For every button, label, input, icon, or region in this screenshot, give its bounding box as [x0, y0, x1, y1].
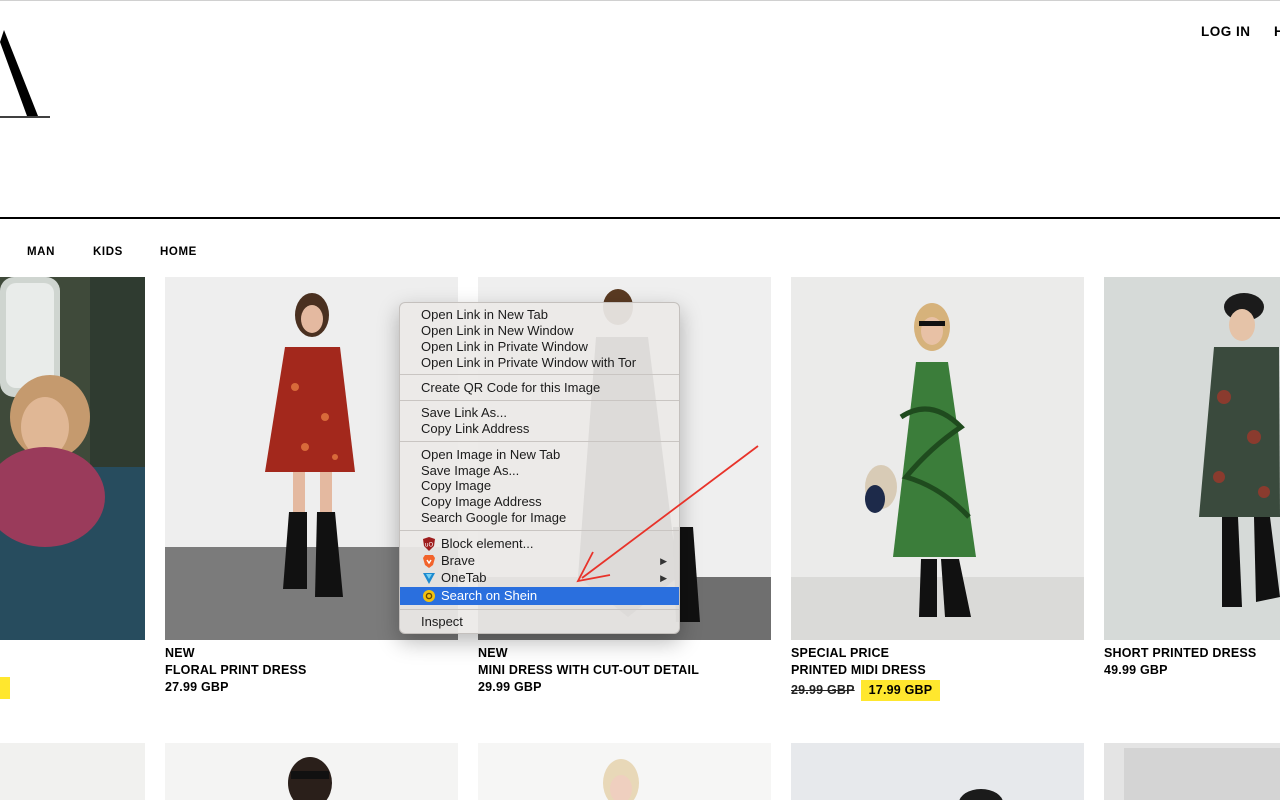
shein-icon: [423, 590, 435, 602]
product-image-row2-0[interactable]: [0, 743, 145, 800]
sale-badge-fragment: [0, 677, 10, 699]
menu-item-search-google-image[interactable]: Search Google for Image: [400, 510, 679, 526]
nav-item-kids[interactable]: KIDS: [93, 246, 123, 258]
top-border: [0, 0, 1280, 1]
menu-item-save-link[interactable]: Save Link As...: [400, 405, 679, 421]
menu-item-copy-image[interactable]: Copy Image: [400, 478, 679, 494]
product-image-row2-4[interactable]: [1104, 743, 1280, 800]
product-info-2[interactable]: NEW MINI DRESS WITH CUT-OUT DETAIL 29.99…: [478, 645, 699, 696]
product-image-row2-1[interactable]: [165, 743, 458, 800]
menu-item-inspect[interactable]: Inspect: [400, 614, 679, 630]
help-link[interactable]: H: [1274, 24, 1280, 39]
product-image-row2-2[interactable]: [478, 743, 771, 800]
product-info-1[interactable]: NEW FLORAL PRINT DRESS 27.99 GBP: [165, 645, 307, 696]
menu-item-copy-link[interactable]: Copy Link Address: [400, 421, 679, 437]
product-price: 29.99 GBP: [478, 680, 542, 694]
menu-item-save-image[interactable]: Save Image As...: [400, 463, 679, 479]
product-info-4[interactable]: SHORT PRINTED DRESS 49.99 GBP: [1104, 645, 1256, 679]
menu-separator: [400, 400, 679, 401]
submenu-arrow-icon: ▶: [660, 573, 667, 583]
product-image-3[interactable]: [791, 277, 1084, 640]
menu-item-block-element[interactable]: uO Block element...: [400, 536, 679, 552]
product-image-row2-3[interactable]: [791, 743, 1084, 800]
menu-item-open-link-tor[interactable]: Open Link in Private Window with Tor: [400, 355, 679, 371]
brave-icon: [423, 555, 435, 568]
brand-logo[interactable]: [0, 30, 60, 125]
product-tag: SPECIAL PRICE: [791, 646, 890, 660]
menu-separator: [400, 374, 679, 375]
menu-item-create-qr[interactable]: Create QR Code for this Image: [400, 380, 679, 396]
onetab-icon: [423, 573, 435, 584]
nav-item-home[interactable]: HOME: [160, 246, 197, 258]
menu-separator: [400, 530, 679, 531]
menu-item-onetab[interactable]: OneTab ▶: [400, 570, 679, 586]
product-price: 49.99 GBP: [1104, 663, 1168, 677]
nav-item-man[interactable]: MAN: [27, 246, 55, 258]
menu-item-open-image-new-tab[interactable]: Open Image in New Tab: [400, 447, 679, 463]
menu-item-copy-image-address[interactable]: Copy Image Address: [400, 494, 679, 510]
svg-text:uO: uO: [425, 542, 434, 549]
context-menu: Open Link in New Tab Open Link in New Wi…: [399, 302, 680, 634]
menu-item-search-on-shein[interactable]: Search on Shein: [400, 587, 679, 605]
menu-item-brave[interactable]: Brave ▶: [400, 553, 679, 569]
menu-separator: [400, 441, 679, 442]
product-image-0[interactable]: [0, 277, 145, 640]
menu-item-open-link-private-window[interactable]: Open Link in Private Window: [400, 339, 679, 355]
product-image-4[interactable]: [1104, 277, 1280, 640]
product-info-3[interactable]: SPECIAL PRICE PRINTED MIDI DRESS 29.99 G…: [791, 645, 941, 701]
submenu-arrow-icon: ▶: [660, 556, 667, 566]
product-name[interactable]: PRINTED MIDI DRESS: [791, 662, 940, 679]
product-sale-price: 17.99 GBP: [860, 680, 941, 701]
menu-separator: [400, 609, 679, 610]
login-link[interactable]: LOG IN: [1201, 24, 1251, 39]
ublock-icon: uO: [423, 537, 435, 551]
product-tag: NEW: [478, 646, 508, 660]
product-name[interactable]: SHORT PRINTED DRESS: [1104, 645, 1256, 662]
product-old-price: 29.99 GBP: [791, 683, 855, 697]
product-price: 27.99 GBP: [165, 680, 229, 694]
product-name[interactable]: MINI DRESS WITH CUT-OUT DETAIL: [478, 662, 699, 679]
header-divider: [0, 217, 1280, 219]
menu-item-open-link-new-window[interactable]: Open Link in New Window: [400, 323, 679, 339]
menu-item-open-link-new-tab[interactable]: Open Link in New Tab: [400, 307, 679, 323]
product-tag: NEW: [165, 646, 195, 660]
product-name[interactable]: FLORAL PRINT DRESS: [165, 662, 307, 679]
